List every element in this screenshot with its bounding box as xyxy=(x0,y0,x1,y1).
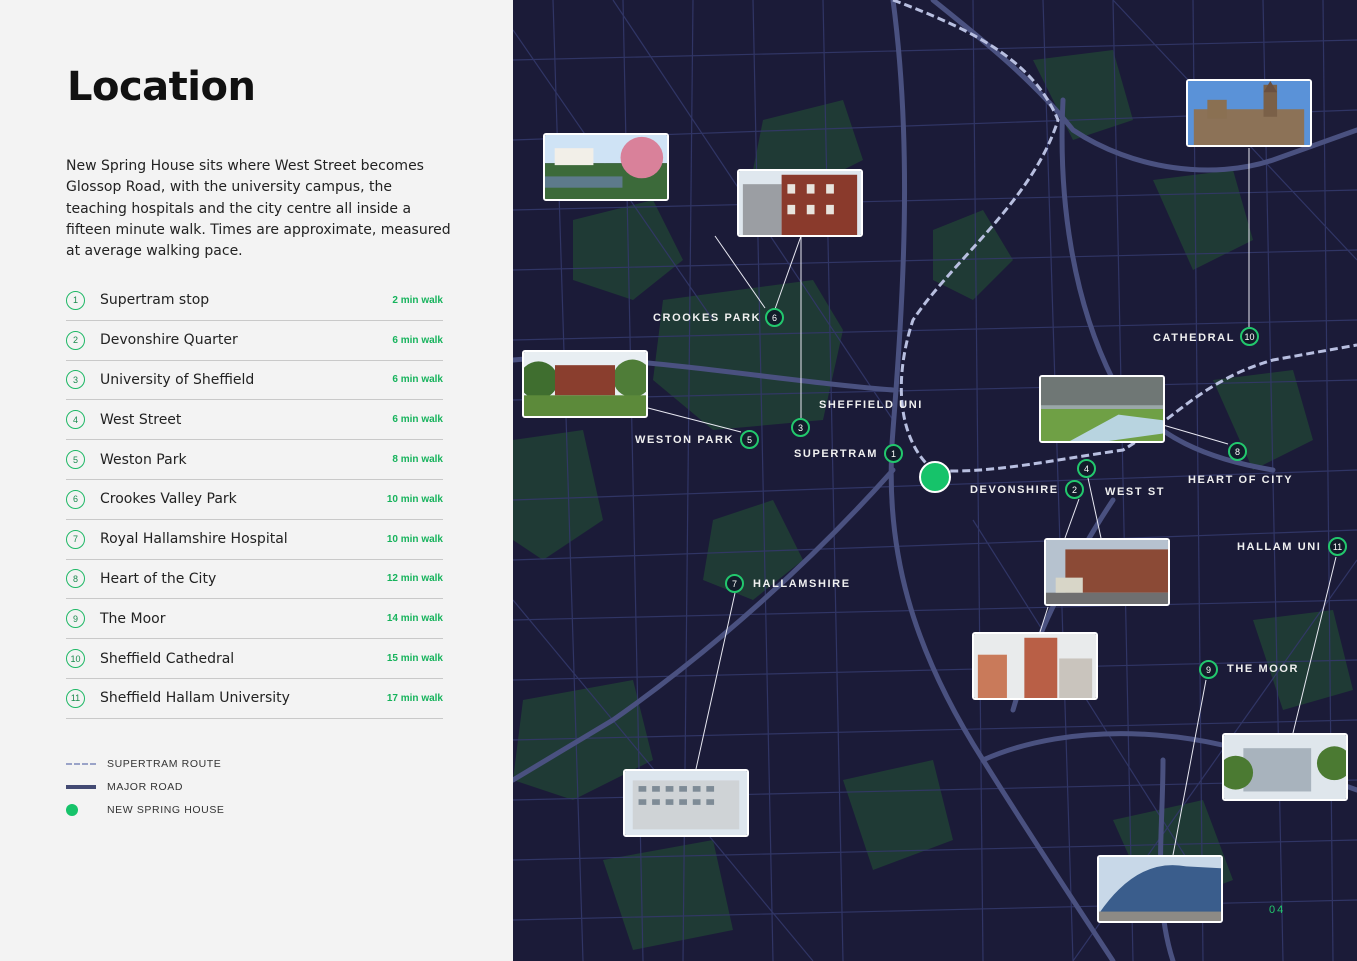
location-name: Sheffield Cathedral xyxy=(100,650,235,667)
marker-6[interactable]: 6 xyxy=(765,308,784,327)
photo-devonshire[interactable] xyxy=(972,632,1098,700)
info-panel: Location New Spring House sits where Wes… xyxy=(0,0,513,961)
number-badge: 6 xyxy=(66,489,85,509)
location-name: University of Sheffield xyxy=(100,371,255,388)
location-name: Crookes Valley Park xyxy=(100,491,237,508)
list-item[interactable]: 6 Crookes Valley Park 10 min walk xyxy=(66,480,443,520)
list-item[interactable]: 2 Devonshire Quarter 6 min walk xyxy=(66,321,443,361)
marker-1[interactable]: 1 xyxy=(884,444,903,463)
marker-8[interactable]: 8 xyxy=(1228,442,1247,461)
location-name: Supertram stop xyxy=(100,292,210,309)
label-the-moor: THE MOOR xyxy=(1227,663,1300,675)
walk-time: 10 min walk xyxy=(386,533,443,545)
walk-time: 12 min walk xyxy=(386,573,443,585)
number-badge: 3 xyxy=(66,370,85,390)
photo-cathedral[interactable] xyxy=(1186,79,1312,147)
legend-new-spring-house: NEW SPRING HOUSE xyxy=(66,798,225,821)
label-hallam-uni: HALLAM UNI xyxy=(1237,541,1322,553)
legend-supertram: SUPERTRAM ROUTE xyxy=(66,752,225,775)
new-spring-house-marker[interactable] xyxy=(919,461,951,493)
marker-7[interactable]: 7 xyxy=(725,574,744,593)
number-badge: 2 xyxy=(66,330,85,350)
label-cathedral: CATHEDRAL xyxy=(1153,332,1236,344)
number-badge: 1 xyxy=(66,290,85,310)
photo-sheffield-uni[interactable] xyxy=(737,169,863,237)
city-map[interactable]: CROOKES PARK SHEFFIELD UNI WESTON PARK S… xyxy=(513,0,1357,961)
label-supertram: SUPERTRAM xyxy=(794,448,879,460)
number-badge: 10 xyxy=(66,649,85,669)
list-item[interactable]: 8 Heart of the City 12 min walk xyxy=(66,560,443,600)
number-badge: 11 xyxy=(66,688,85,708)
legend-major-road: MAJOR ROAD xyxy=(66,775,225,798)
marker-3[interactable]: 3 xyxy=(791,418,810,437)
list-item[interactable]: 11 Sheffield Hallam University 17 min walk xyxy=(66,679,443,719)
label-heart-of-city: HEART OF CITY xyxy=(1188,474,1294,486)
list-item[interactable]: 7 Royal Hallamshire Hospital 10 min walk xyxy=(66,520,443,560)
number-badge: 9 xyxy=(66,609,85,629)
marker-9[interactable]: 9 xyxy=(1199,660,1218,679)
walk-time: 6 min walk xyxy=(392,374,443,386)
location-name: Weston Park xyxy=(100,451,187,468)
number-badge: 7 xyxy=(66,529,85,549)
walk-time: 14 min walk xyxy=(386,613,443,625)
label-weston-park: WESTON PARK xyxy=(635,434,735,446)
location-name: Sheffield Hallam University xyxy=(100,690,290,707)
label-sheffield-uni: SHEFFIELD UNI xyxy=(819,399,923,411)
number-badge: 8 xyxy=(66,569,85,589)
walk-time: 10 min walk xyxy=(386,493,443,505)
walk-time: 6 min walk xyxy=(392,334,443,346)
intro-paragraph: New Spring House sits where West Street … xyxy=(66,158,451,260)
dashed-line-icon xyxy=(66,762,96,765)
walk-time: 17 min walk xyxy=(386,692,443,704)
location-name: Heart of the City xyxy=(100,570,217,587)
label-crookes-park: CROOKES PARK xyxy=(653,312,762,324)
list-item[interactable]: 5 Weston Park 8 min walk xyxy=(66,440,443,480)
green-dot-icon xyxy=(66,803,78,816)
list-item[interactable]: 4 West Street 6 min walk xyxy=(66,400,443,441)
photo-the-moor[interactable] xyxy=(1097,855,1223,923)
marker-5[interactable]: 5 xyxy=(740,430,759,449)
marker-2[interactable]: 2 xyxy=(1065,480,1084,499)
walk-time: 2 min walk xyxy=(392,294,443,306)
photo-west-street[interactable] xyxy=(1044,538,1170,606)
location-list: 1 Supertram stop 2 min walk 2 Devonshire Qu… xyxy=(66,281,443,719)
marker-11[interactable]: 11 xyxy=(1328,537,1347,556)
photo-crookes-park[interactable] xyxy=(543,133,669,201)
location-name: Royal Hallamshire Hospital xyxy=(100,531,288,548)
location-page: Location New Spring House sits where Wes… xyxy=(0,0,1357,961)
photo-hallamshire[interactable] xyxy=(623,769,749,837)
label-devonshire: DEVONSHIRE xyxy=(970,484,1059,496)
number-badge: 4 xyxy=(66,410,85,430)
marker-10[interactable]: 10 xyxy=(1240,327,1259,346)
location-name: The Moor xyxy=(100,610,166,627)
number-badge: 5 xyxy=(66,450,85,470)
list-item[interactable]: 1 Supertram stop 2 min walk xyxy=(66,281,443,321)
photo-hallam-uni[interactable] xyxy=(1222,733,1348,801)
map-legend: SUPERTRAM ROUTE MAJOR ROAD NEW SPRING HO… xyxy=(66,752,225,821)
label-west-st: WEST ST xyxy=(1105,486,1166,498)
list-item[interactable]: 3 University of Sheffield 6 min walk xyxy=(66,361,443,401)
solid-line-icon xyxy=(66,784,96,789)
list-item[interactable]: 9 The Moor 14 min walk xyxy=(66,599,443,640)
photo-heart-of-city[interactable] xyxy=(1039,375,1165,443)
page-number: 04 xyxy=(1269,904,1286,916)
photo-weston-park[interactable] xyxy=(522,350,648,418)
marker-4[interactable]: 4 xyxy=(1077,459,1096,478)
label-hallamshire: HALLAMSHIRE xyxy=(753,578,851,590)
page-title: Location xyxy=(67,64,256,110)
walk-time: 6 min walk xyxy=(392,414,443,426)
list-item[interactable]: 10 Sheffield Cathedral 15 min walk xyxy=(66,639,443,679)
location-name: Devonshire Quarter xyxy=(100,332,238,349)
walk-time: 8 min walk xyxy=(392,454,443,466)
walk-time: 15 min walk xyxy=(386,653,443,665)
location-name: West Street xyxy=(100,411,182,428)
